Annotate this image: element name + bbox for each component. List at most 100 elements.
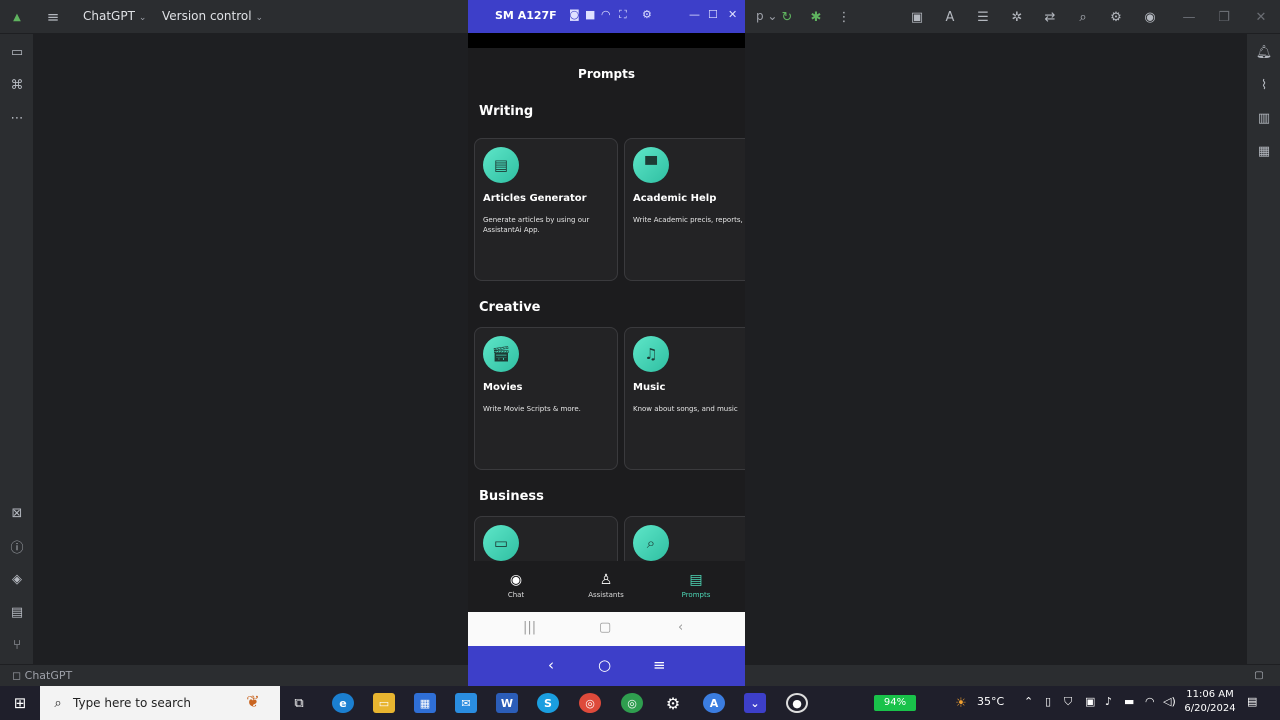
headphones-icon[interactable]: ◠ (601, 8, 611, 21)
search-icon[interactable]: ⌕ (1074, 8, 1092, 26)
temperature[interactable]: 35°C (977, 695, 1004, 708)
graduation-cap-icon: ▀ (633, 147, 669, 183)
emulator-taskbar-icon[interactable]: ⌄ (744, 693, 766, 713)
windows-taskbar: ⊞ ⌕ Type here to search ❦ ⧉ e ▭ ▦ ✉ W S … (0, 686, 1280, 720)
weather-icon: ☀ (955, 695, 967, 711)
file-explorer-icon[interactable]: ▭ (373, 693, 395, 713)
minimize-icon[interactable]: — (1180, 8, 1198, 26)
more-vertical-icon[interactable]: ⋮ (835, 8, 853, 26)
terminal-icon[interactable]: ▤ (8, 603, 26, 621)
chevron-down-icon: ⌄ (138, 13, 147, 23)
back-arrow-icon[interactable]: ‹ (548, 656, 554, 674)
problems-icon[interactable]: ⓘ (8, 537, 26, 556)
nav-assistants[interactable]: ♙ Assistants (576, 571, 636, 599)
task-view-icon[interactable]: ⧉ (290, 694, 308, 712)
plugin-icon[interactable]: ✲ (1008, 8, 1026, 26)
git-branch-icon[interactable]: ⑂ (8, 636, 26, 654)
prompt-card-movies[interactable]: 🎬︎ Movies Write Movie Scripts & more. (474, 327, 618, 470)
prompt-card-academic-help[interactable]: ▀ Academic Help Write Academic precis, r… (624, 138, 745, 281)
speaker-icon[interactable]: ◁) (1163, 695, 1176, 708)
phone-status-strip (468, 33, 745, 48)
structure-icon[interactable]: ⌘ (8, 76, 26, 94)
notification-center-icon[interactable]: ▤ (1247, 695, 1257, 708)
rerun-icon[interactable]: ↻ (778, 8, 796, 26)
notifications-icon[interactable]: 🔔︎ (1255, 43, 1273, 61)
chrome-profile-icon[interactable]: ◎ (621, 693, 643, 713)
account-icon[interactable]: ◉ (1141, 8, 1159, 26)
close-icon[interactable]: ✕ (728, 8, 737, 21)
folder-icon[interactable]: ▭ (8, 43, 26, 61)
left-tool-bar: ▭ ⌘ ⋯ ⊠ ⓘ ◈ ▤ ⑂ (0, 34, 34, 686)
prompt-card-articles-generator[interactable]: ▤ Articles Generator Generate articles b… (474, 138, 618, 281)
bottom-navigation: ◉ Chat ♙ Assistants ▤ Prompts (468, 561, 745, 612)
nav-label: Assistants (588, 591, 624, 599)
video-icon[interactable]: ■ (585, 8, 595, 21)
nav-prompts[interactable]: ▤ Prompts (666, 571, 726, 599)
chrome-icon[interactable]: ◎ (579, 693, 601, 713)
version-control-menu[interactable]: Version control ⌄ (162, 9, 263, 23)
layout-icon[interactable]: ☰ (974, 8, 992, 26)
section-title-writing: Writing (479, 104, 534, 119)
home-icon[interactable]: ▢ (599, 620, 611, 635)
home-circle-icon[interactable]: ○ (598, 656, 611, 674)
usb-icon[interactable]: ▯ (1045, 695, 1051, 708)
battery-icon[interactable]: ▬ (1124, 695, 1134, 708)
recent-apps-icon[interactable]: ||| (523, 620, 536, 635)
nav-chat[interactable]: ◉ Chat (486, 571, 546, 599)
translate-icon[interactable]: A (941, 8, 959, 26)
butterfly-icon: ❦ (246, 691, 260, 711)
sync-icon[interactable]: ⇄ (1041, 8, 1059, 26)
card-title: Articles Generator (483, 193, 587, 204)
clock-date: 6/20/2024 (1184, 703, 1236, 714)
magnifier-icon: ⌕ (633, 525, 669, 561)
restore-icon[interactable]: ❐ (1215, 8, 1233, 26)
emulator-nav-bar: ‹ ○ ≡ (468, 646, 745, 686)
device-title-bar: SM A127F ◙ ■ ◠ ⛶ ⚙ — ☐ ✕ (468, 0, 745, 33)
camera-tray-icon[interactable]: ▣ (1085, 695, 1095, 708)
camera-icon[interactable]: ◙ (569, 8, 580, 21)
chevron-up-icon[interactable]: ⌃ (1024, 695, 1033, 708)
close-icon[interactable]: ✕ (1252, 8, 1270, 26)
wifi-icon[interactable]: ◠ (1145, 695, 1155, 708)
skype-icon[interactable]: S (537, 693, 559, 713)
store-icon[interactable]: ▦ (414, 693, 436, 713)
android-studio-icon[interactable]: A (703, 693, 725, 713)
settings-icon[interactable]: ⚙ (642, 8, 652, 21)
back-icon[interactable]: ‹ (678, 620, 683, 635)
fullscreen-icon[interactable]: ⛶ (619, 8, 627, 22)
gear-icon[interactable]: ⚙ (1107, 8, 1125, 26)
maximize-icon[interactable]: ☐ (708, 8, 718, 21)
card-description: Write Movie Scripts & more. (483, 405, 581, 413)
edge-icon[interactable]: e (332, 693, 354, 713)
gradle-elephant-icon[interactable]: ⌇ (1255, 76, 1273, 94)
clipboard-icon[interactable]: ▦ (1255, 142, 1273, 160)
taskbar-search[interactable]: ⌕ Type here to search ❦ (40, 686, 280, 720)
gem-icon[interactable]: ◈ (8, 570, 26, 588)
gradle-icon[interactable]: ⊠ (8, 504, 26, 522)
minimize-icon[interactable]: — (689, 8, 700, 21)
card-description: Write Academic precis, reports, papers. (633, 216, 745, 224)
section-title-creative: Creative (479, 300, 541, 315)
word-icon[interactable]: W (496, 693, 518, 713)
clapperboard-icon: 🎬︎ (483, 336, 519, 372)
mail-icon[interactable]: ✉ (455, 693, 477, 713)
run-config-selector[interactable]: p ⌄ (756, 9, 778, 23)
more-horizontal-icon[interactable]: ⋯ (8, 109, 26, 127)
settings-gear-icon[interactable]: ⚙ (662, 693, 684, 713)
menu-icon[interactable]: ≡ (653, 656, 666, 674)
device-file-icon[interactable]: ▥ (1255, 109, 1273, 127)
debug-icon[interactable]: ✱ (807, 8, 825, 26)
clock[interactable]: 11:06 AM 6/20/2024 (1180, 688, 1240, 716)
hamburger-menu-icon[interactable]: ≡ (44, 8, 62, 26)
expand-icon[interactable]: ▢ (1250, 666, 1268, 684)
project-selector[interactable]: ChatGPT ⌄ (83, 9, 146, 23)
status-project[interactable]: ◻ ChatGPT (12, 669, 72, 682)
battery-badge[interactable]: 94% (874, 695, 916, 711)
prompt-card-music[interactable]: ♫ Music Know about songs, and music (624, 327, 745, 470)
shield-icon[interactable]: ⛉ (1064, 695, 1072, 709)
chat-icon: ◉ (509, 572, 523, 588)
microphone-icon[interactable]: ♪ (1105, 695, 1112, 708)
device-manager-icon[interactable]: ▣ (908, 8, 926, 26)
windows-start-icon[interactable]: ⊞ (11, 694, 29, 712)
recorder-icon[interactable]: ● (786, 693, 808, 713)
